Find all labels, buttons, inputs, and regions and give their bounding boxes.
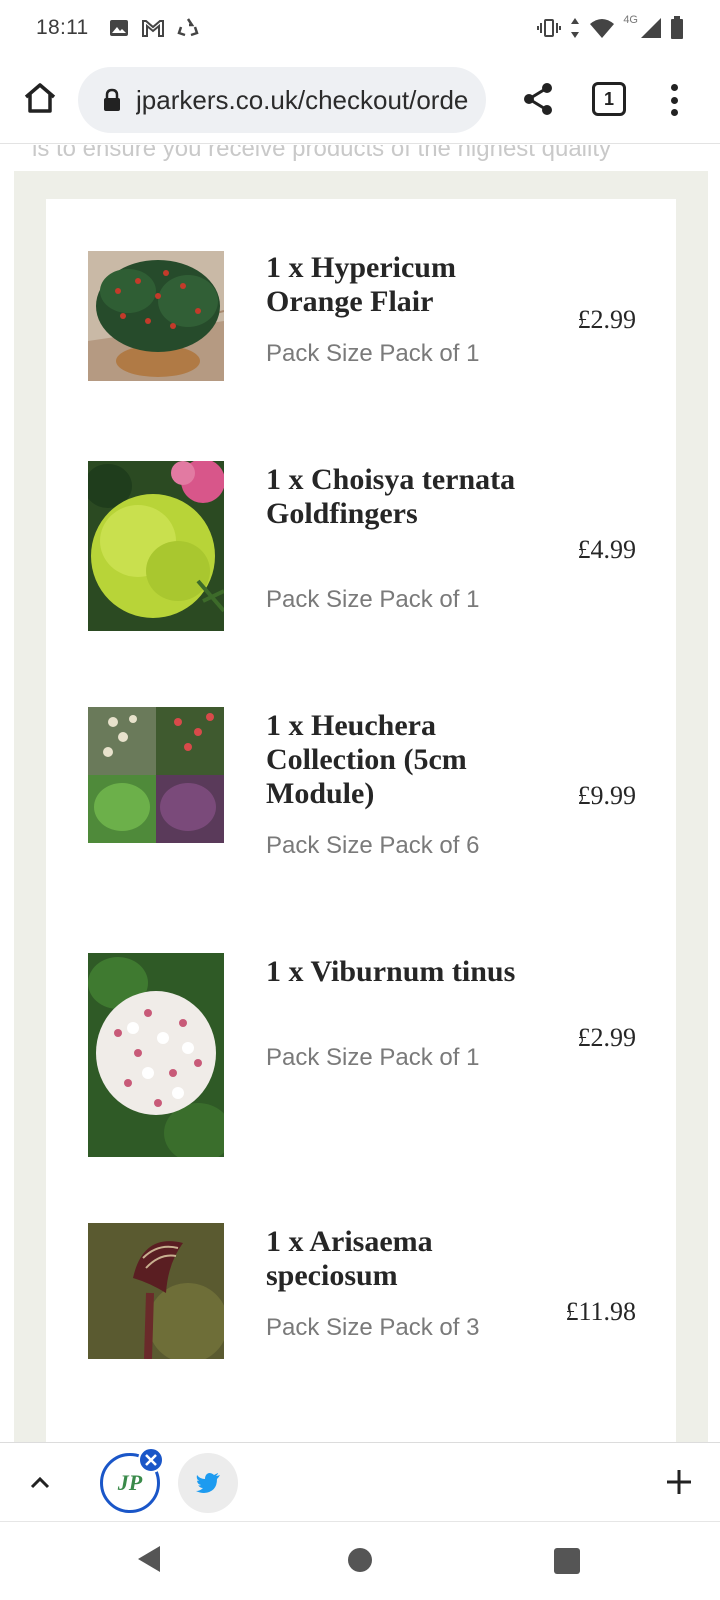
wifi-icon [590,19,615,38]
item-title[interactable]: 1 x Arisaema speciosum [266,1225,526,1293]
browser-toolbar: jparkers.co.uk/checkout/orde 1 [0,56,720,144]
item-pack-size: Pack Size Pack of 1 [266,586,480,613]
order-summary-panel: 1 x Hypericum Orange Flair Pack Size Pac… [14,171,708,1442]
product-image[interactable] [88,1223,224,1359]
system-nav-bar [0,1522,720,1600]
plus-icon [667,1470,691,1494]
expand-tabs-button[interactable] [26,1469,54,1502]
order-items-card: 1 x Hypericum Orange Flair Pack Size Pac… [46,199,676,1442]
faded-intro-text: is to ensure you receive products of the… [32,145,611,162]
item-price: £9.99 [577,781,637,810]
product-image[interactable] [88,251,224,381]
product-image[interactable] [88,707,224,843]
item-price: £11.98 [565,1297,636,1326]
chevron-up-icon [30,1476,50,1489]
url-text: jparkers.co.uk/checkout/orde [136,84,469,115]
jp-logo: JP [117,1470,143,1495]
home-button[interactable] [22,80,58,116]
tabs-button[interactable]: 1 [592,82,626,116]
gmail-icon [141,20,164,37]
item-price: £2.99 [577,1023,637,1052]
close-tab-button[interactable] [138,1447,164,1473]
more-icon [670,84,678,91]
new-tab-button[interactable] [664,1467,694,1502]
more-menu-button[interactable] [664,80,684,120]
back-icon [138,1546,160,1572]
network-type: 4G [623,14,638,26]
item-title[interactable]: 1 x Hypericum Orange Flair [266,251,526,319]
item-pack-size: Pack Size Pack of 1 [266,1044,480,1071]
item-title[interactable]: 1 x Viburnum tinus [266,955,526,989]
address-bar[interactable]: jparkers.co.uk/checkout/orde [78,67,486,133]
signal-icon [641,18,661,38]
notification-icons [109,17,199,39]
back-button[interactable] [136,1544,162,1579]
tab-twitter[interactable] [178,1453,238,1513]
battery-icon [671,16,683,39]
status-bar: 18:11 4G [0,0,720,56]
close-icon [145,1454,157,1466]
item-pack-size: Pack Size Pack of 6 [266,832,480,859]
item-price: £2.99 [577,305,637,334]
product-image[interactable] [88,461,224,631]
item-title[interactable]: 1 x Heuchera Collection (5cm Module) [266,709,526,811]
tab-strip: JP [0,1442,720,1522]
image-icon [109,20,128,36]
page-content[interactable]: is to ensure you receive products of the… [0,145,720,1442]
home-nav-button[interactable] [348,1548,372,1572]
item-pack-size: Pack Size Pack of 3 [266,1314,480,1341]
product-image[interactable] [88,953,224,1157]
item-pack-size: Pack Size Pack of 1 [266,340,480,367]
status-time: 18:11 [36,16,89,39]
recents-button[interactable] [554,1548,580,1574]
home-icon [24,83,56,113]
twitter-icon [196,1473,220,1493]
share-icon [524,83,552,115]
recycle-icon [176,18,199,37]
share-button[interactable] [522,82,558,118]
data-arrows-icon [571,18,580,38]
item-title[interactable]: 1 x Choisya ternata Goldfingers [266,463,526,531]
tab-count: 1 [603,88,614,109]
lock-icon [102,88,122,112]
system-icons: 4G [537,14,684,40]
vibrate-icon [537,19,562,37]
item-price: £4.99 [577,535,637,564]
